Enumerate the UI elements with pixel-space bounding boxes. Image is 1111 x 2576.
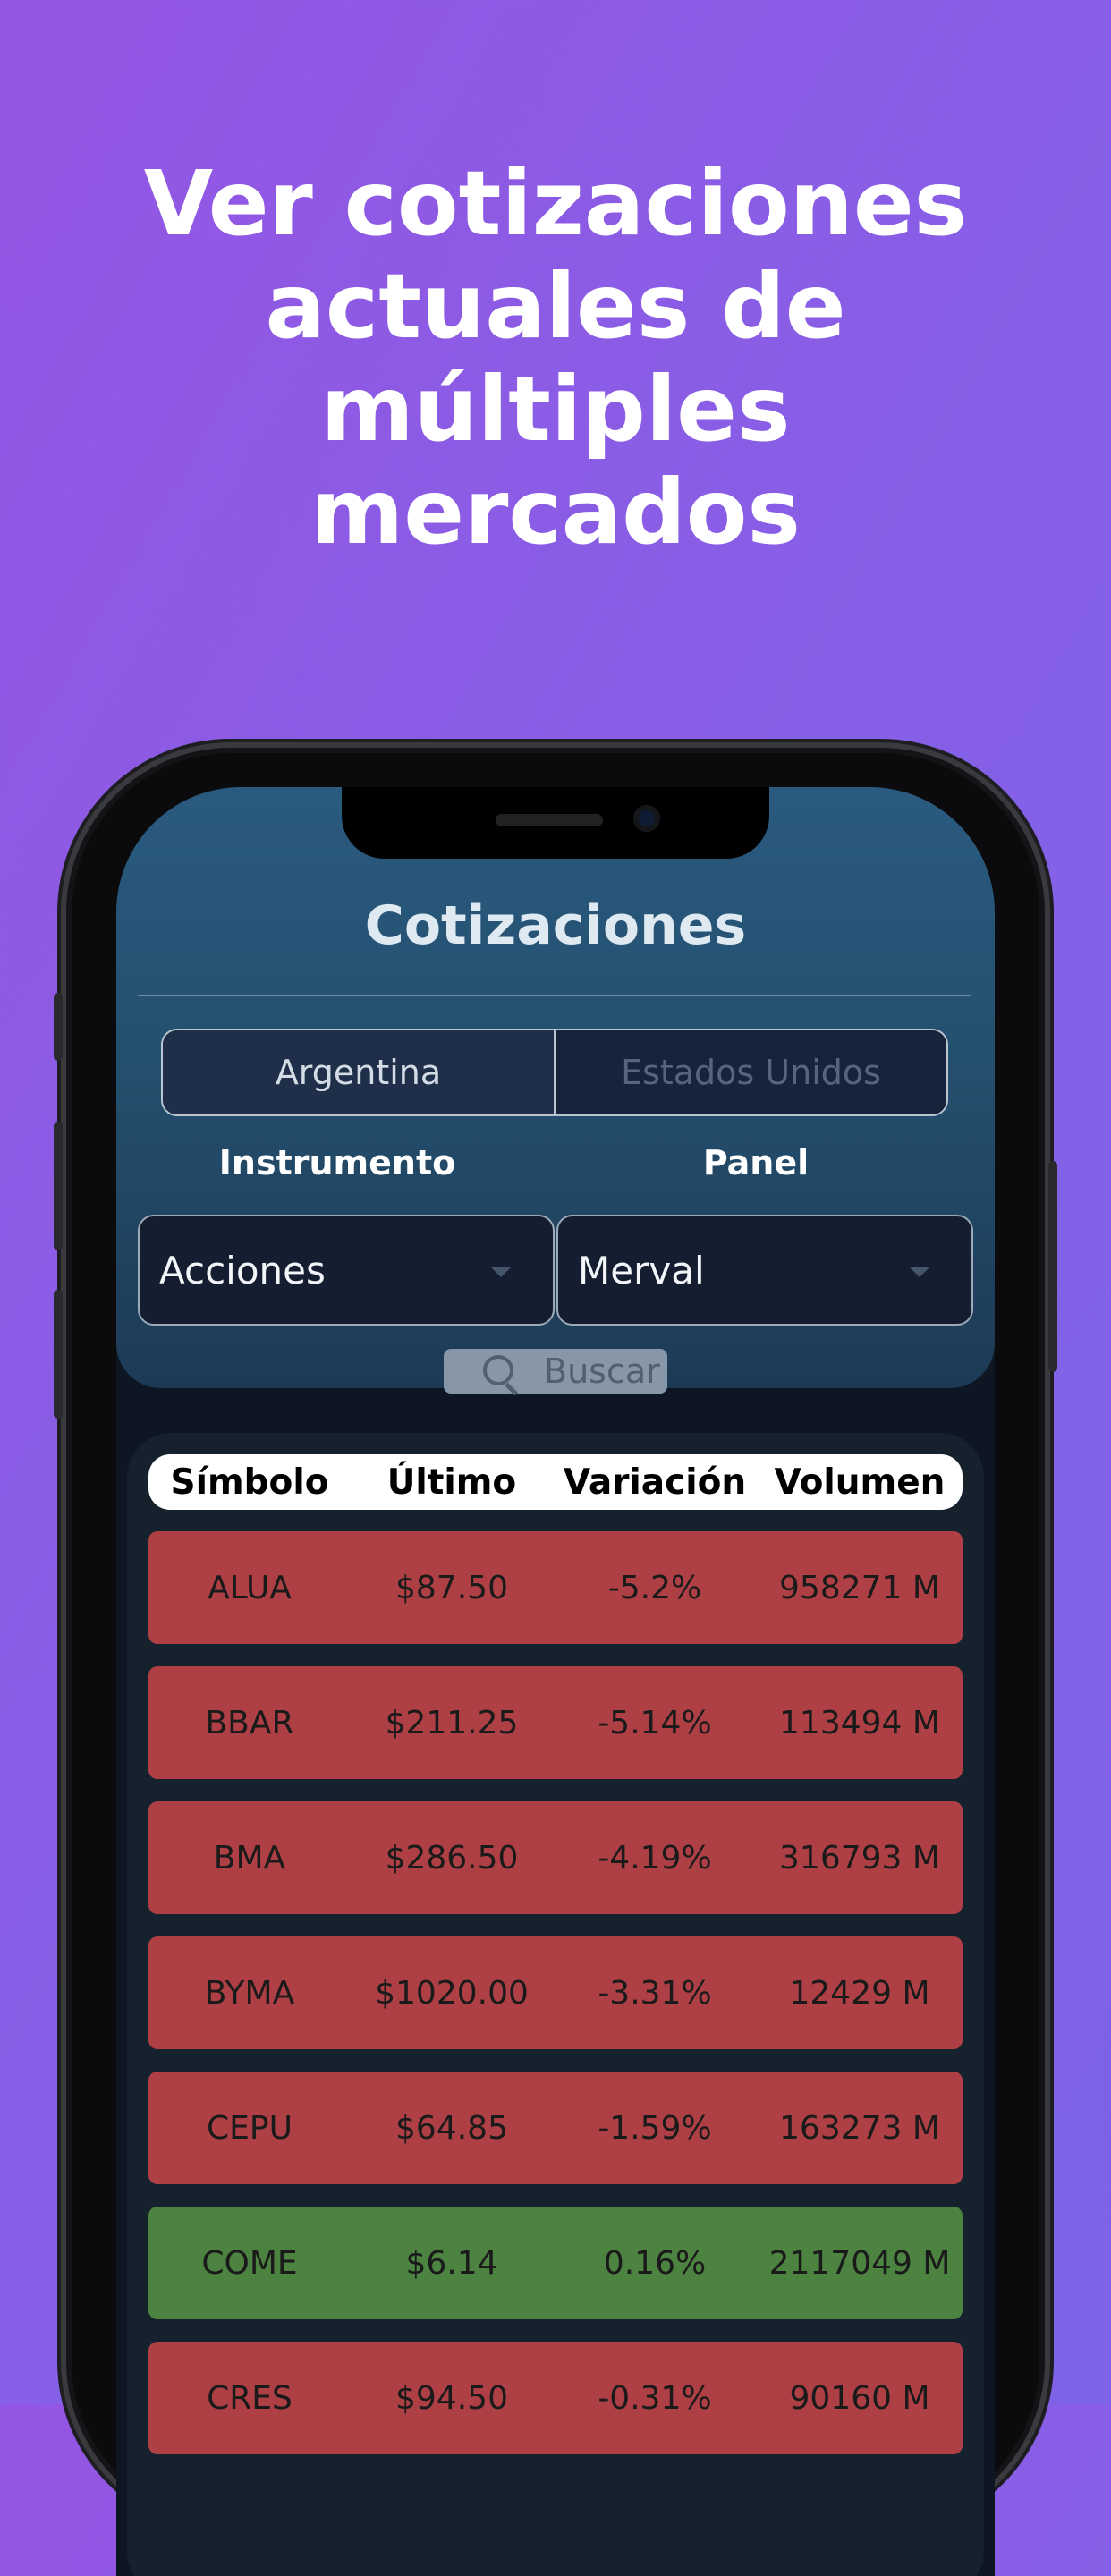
row-change: -0.31% [598, 2379, 712, 2417]
table-row[interactable]: COME $6.14 0.16% 2117049 M [148, 2207, 963, 2319]
row-last: $64.85 [395, 2109, 508, 2147]
row-volume: 958271 M [779, 1569, 940, 1606]
headline-line-2: actuales de [265, 254, 846, 359]
row-change: -1.59% [598, 2109, 712, 2147]
volume-up-button [54, 1122, 63, 1250]
speaker-grille [496, 814, 603, 826]
chevron-down-icon [490, 1267, 512, 1277]
header-simbolo[interactable]: Símbolo [148, 1462, 351, 1503]
table-row[interactable]: BMA $286.50 -4.19% 316793 M [148, 1801, 963, 1914]
volume-down-button [54, 1290, 63, 1419]
row-volume: 12429 M [789, 1974, 930, 2012]
app-header: Cotizaciones Argentina Estados Unidos In… [116, 787, 995, 1394]
row-last: $1020.00 [375, 1974, 529, 2012]
row-symbol: BMA [213, 1839, 286, 1877]
table-row[interactable]: BYMA $1020.00 -3.31% 12429 M [148, 1936, 963, 2049]
app-screen: Cotizaciones Argentina Estados Unidos In… [116, 787, 995, 2576]
headline: Ver cotizaciones actuales de múltiples m… [0, 152, 1111, 564]
row-last: $94.50 [395, 2379, 508, 2417]
row-last: $211.25 [385, 1704, 519, 1741]
header-ultimo[interactable]: Último [351, 1462, 553, 1503]
panel-value: Merval [578, 1248, 705, 1292]
row-symbol: CEPU [207, 2109, 293, 2147]
phone-frame: Cotizaciones Argentina Estados Unidos In… [54, 742, 1057, 2576]
search-button[interactable]: Buscar [444, 1349, 667, 1394]
tab-estados-unidos[interactable]: Estados Unidos [556, 1030, 946, 1114]
instrumento-dropdown[interactable]: Acciones [138, 1215, 555, 1326]
instrumento-label: Instrumento [218, 1143, 456, 1182]
panel-dropdown[interactable]: Merval [556, 1215, 973, 1326]
row-volume: 2117049 M [768, 2244, 951, 2282]
row-change: -5.2% [607, 1569, 702, 1606]
row-volume: 113494 M [779, 1704, 940, 1741]
panel-label: Panel [702, 1143, 810, 1182]
table-row[interactable]: CRES $94.50 -0.31% 90160 M [148, 2342, 963, 2454]
row-last: $87.50 [395, 1569, 508, 1606]
notch [342, 787, 769, 859]
row-symbol: BBAR [205, 1704, 294, 1741]
row-change: 0.16% [603, 2244, 707, 2282]
row-volume: 90160 M [789, 2379, 930, 2417]
header-volumen[interactable]: Volumen [757, 1462, 963, 1503]
row-symbol: CRES [207, 2379, 293, 2417]
quotes-table: Símbolo Último Variación Volumen ALUA $8… [127, 1433, 984, 2576]
tab-argentina[interactable]: Argentina [163, 1030, 556, 1114]
power-button [1048, 1161, 1057, 1372]
mute-switch [54, 993, 63, 1061]
title-divider [138, 995, 971, 996]
front-camera [633, 805, 660, 832]
table-row[interactable]: CEPU $64.85 -1.59% 163273 M [148, 2072, 963, 2184]
row-change: -5.14% [598, 1704, 712, 1741]
table-row[interactable]: ALUA $87.50 -5.2% 958271 M [148, 1531, 963, 1644]
table-header: Símbolo Último Variación Volumen [148, 1454, 963, 1510]
row-symbol: COME [201, 2244, 298, 2282]
chevron-down-icon [909, 1267, 930, 1277]
row-symbol: ALUA [208, 1569, 292, 1606]
row-last: $6.14 [405, 2244, 498, 2282]
row-symbol: BYMA [204, 1974, 295, 2012]
search-label: Buscar [544, 1352, 660, 1391]
row-volume: 163273 M [779, 2109, 940, 2147]
header-variacion[interactable]: Variación [553, 1462, 757, 1503]
row-last: $286.50 [385, 1839, 519, 1877]
headline-line-1: Ver cotizaciones [143, 151, 968, 256]
page-title: Cotizaciones [364, 894, 747, 957]
table-row[interactable]: BBAR $211.25 -5.14% 113494 M [148, 1666, 963, 1779]
headline-line-4: mercados [310, 460, 801, 564]
instrumento-value: Acciones [159, 1248, 326, 1292]
row-change: -4.19% [598, 1839, 712, 1877]
headline-line-3: múltiples [320, 357, 791, 462]
search-icon [483, 1355, 513, 1385]
row-volume: 316793 M [779, 1839, 940, 1877]
row-change: -3.31% [598, 1974, 712, 2012]
market-segmented-control: Argentina Estados Unidos [161, 1029, 948, 1116]
